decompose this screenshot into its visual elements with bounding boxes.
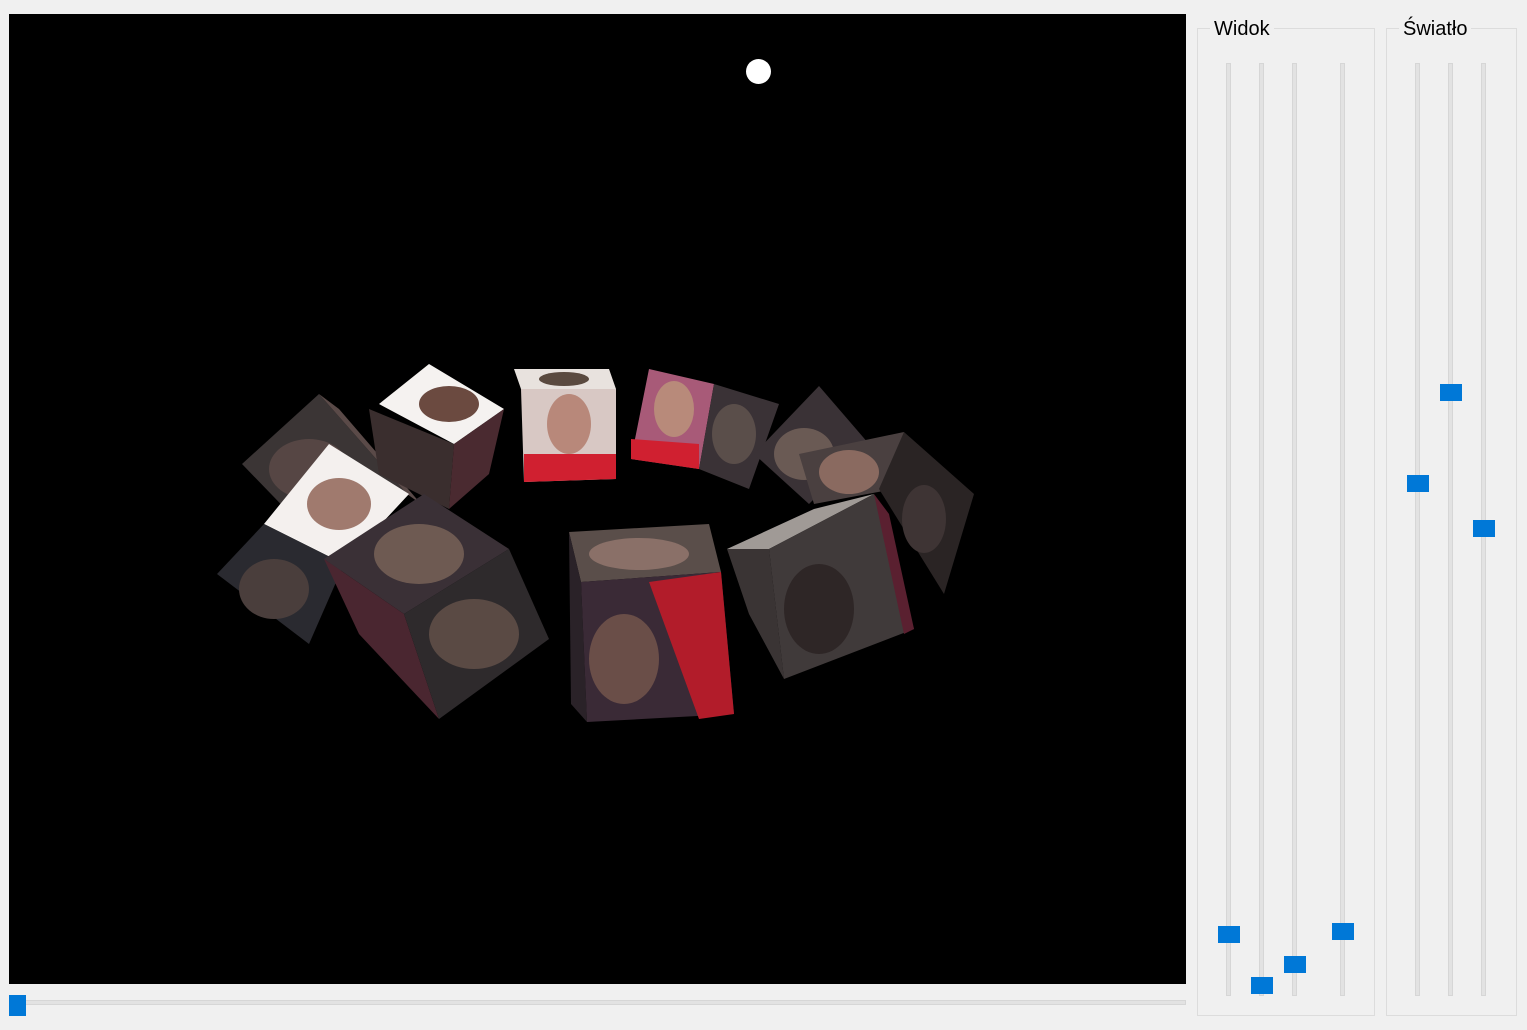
textured-cube: [631, 369, 779, 489]
widok-slider-4-thumb[interactable]: [1332, 923, 1354, 940]
widok-slider-2-track[interactable]: [1259, 63, 1264, 996]
cube-scene: [217, 364, 974, 722]
swiatlo-slider-3-thumb[interactable]: [1473, 520, 1495, 537]
widok-group: Widok: [1197, 17, 1375, 1016]
widok-slider-3-track[interactable]: [1292, 63, 1297, 996]
swiatlo-slider-1-thumb[interactable]: [1407, 475, 1429, 492]
swiatlo-group-title: Światło: [1399, 17, 1472, 41]
widok-slider-2-thumb[interactable]: [1251, 977, 1273, 994]
3d-viewport[interactable]: [9, 14, 1186, 984]
light-source-indicator[interactable]: [746, 59, 771, 84]
widok-group-title: Widok: [1210, 17, 1274, 41]
textured-cube: [727, 494, 914, 679]
timeline-slider-thumb[interactable]: [9, 995, 26, 1016]
textured-cube: [514, 369, 616, 482]
swiatlo-slider-1-track[interactable]: [1415, 63, 1420, 996]
widok-slider-4-track[interactable]: [1340, 63, 1345, 996]
swiatlo-slider-2-track[interactable]: [1448, 63, 1453, 996]
textured-cube: [569, 524, 734, 722]
widok-slider-3-thumb[interactable]: [1284, 956, 1306, 973]
widok-slider-1-track[interactable]: [1226, 63, 1231, 996]
widok-slider-1-thumb[interactable]: [1218, 926, 1240, 943]
swiatlo-slider-2-thumb[interactable]: [1440, 384, 1462, 401]
timeline-slider-track[interactable]: [9, 1000, 1186, 1005]
